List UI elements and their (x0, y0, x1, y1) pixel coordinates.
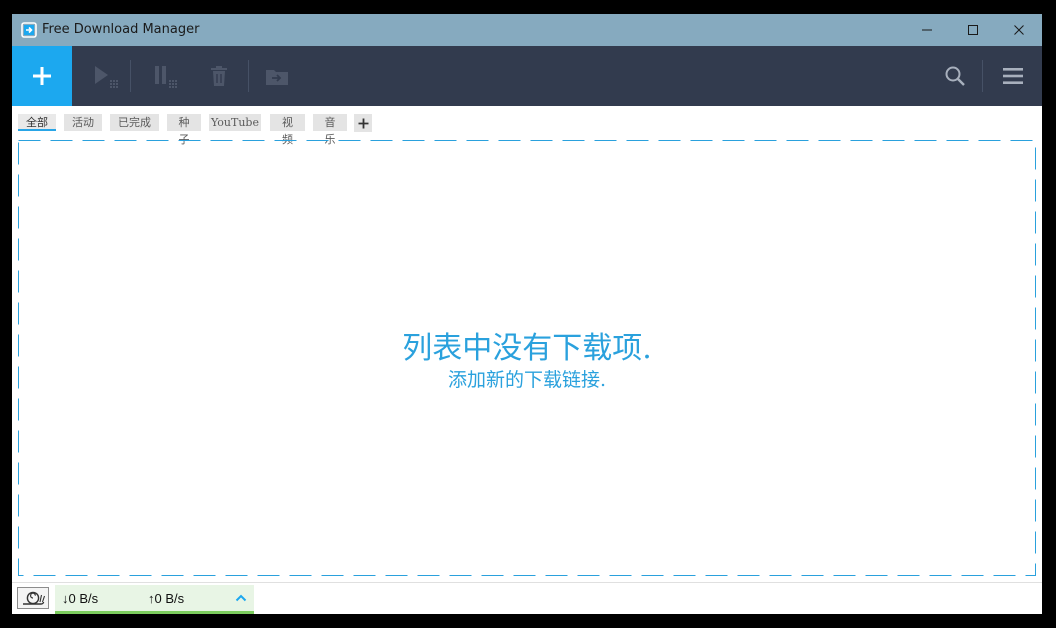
tab-all[interactable]: 全部 (18, 114, 56, 131)
download-speed: ↓0 B/s (62, 591, 99, 606)
status-bar: ↓0 B/s ↑0 B/s (12, 582, 1042, 614)
empty-list-title: 列表中没有下载项. (402, 331, 652, 366)
upload-speed: ↑0 B/s (148, 591, 185, 606)
plus-icon (358, 118, 368, 128)
toolbar-divider (130, 60, 131, 92)
main-menu-button[interactable] (996, 46, 1030, 106)
plus-icon (33, 67, 51, 85)
speed-limit-button[interactable] (17, 587, 49, 609)
toolbar-divider (982, 60, 983, 92)
delete-button[interactable] (204, 46, 234, 106)
add-tab-button[interactable] (354, 114, 372, 132)
pause-icon (155, 66, 177, 88)
maximize-button[interactable] (950, 14, 996, 46)
tab-video[interactable]: 视频 (270, 114, 305, 146)
close-button[interactable] (996, 14, 1042, 46)
pause-button[interactable] (147, 46, 181, 106)
menu-icon (1003, 68, 1023, 84)
move-to-folder-button[interactable] (262, 46, 292, 106)
tab-completed[interactable]: 已完成 (110, 114, 159, 131)
search-button[interactable] (939, 46, 971, 106)
add-download-button[interactable] (12, 46, 72, 106)
download-list-dropzone[interactable]: 列表中没有下载项. 添加新的下载链接. (18, 140, 1036, 576)
app-window: Free Download Manager 全部 活动 已完成 种子 YouTu… (12, 14, 1042, 614)
play-icon (95, 66, 118, 88)
tab-active[interactable]: 活动 (64, 114, 102, 131)
main-toolbar (12, 46, 1042, 106)
minimize-icon (922, 29, 932, 31)
speed-panel[interactable]: ↓0 B/s ↑0 B/s (55, 585, 254, 614)
tab-music[interactable]: 音乐 (313, 114, 347, 146)
close-icon (1014, 25, 1024, 35)
start-button[interactable] (88, 46, 122, 106)
maximize-icon (968, 25, 978, 35)
minimize-button[interactable] (904, 14, 950, 46)
tab-torrents[interactable]: 种子 (167, 114, 201, 146)
window-title: Free Download Manager (42, 22, 200, 37)
empty-list-subtitle: 添加新的下载链接. (447, 369, 607, 391)
title-bar[interactable]: Free Download Manager (12, 14, 1042, 46)
move-folder-icon (266, 70, 288, 85)
filter-tabs: 全部 活动 已完成 种子 YouTube 视频 音乐 (12, 106, 1042, 146)
search-icon (945, 66, 965, 86)
fdm-logo-icon (21, 22, 37, 38)
trash-icon (211, 66, 227, 86)
tab-youtube[interactable]: YouTube (209, 114, 261, 131)
toolbar-divider (248, 60, 249, 92)
chevron-up-icon[interactable] (234, 591, 248, 605)
snail-icon (23, 591, 45, 605)
